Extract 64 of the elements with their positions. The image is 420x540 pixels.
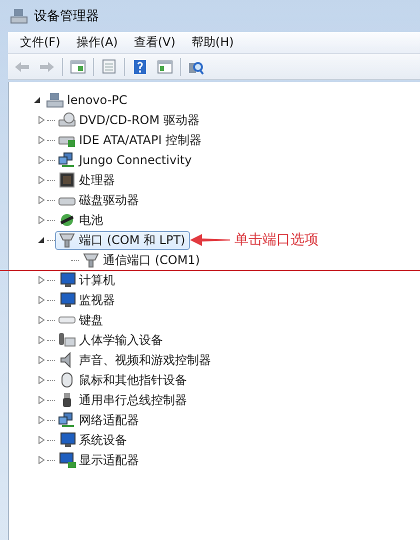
processor-icon [58,172,76,188]
expand-arrow-icon[interactable] [38,456,44,464]
network-icon [58,152,76,168]
tree-item[interactable]: 端口 (COM 和 LPT) [55,230,190,250]
tree-item[interactable]: 声音、视频和游戏控制器 [55,350,216,370]
expand-arrow-icon[interactable] [38,356,44,364]
properties-icon [102,59,116,74]
menu-item[interactable]: 操作(A) [70,32,124,53]
help-icon [133,58,147,74]
collapse-arrow-icon[interactable] [38,236,44,244]
menu-item[interactable]: 查看(V) [128,32,182,53]
expand-arrow-icon[interactable] [38,316,44,324]
tree-item[interactable]: 鼠标和其他指针设备 [55,370,192,390]
tree-item[interactable]: 通信端口 (COM1) [79,250,205,270]
back-arrow-icon [14,60,30,72]
battery-icon [58,212,76,228]
tree-item[interactable]: 电池 [55,210,108,230]
expand-arrow-icon[interactable] [38,276,44,284]
expand-arrow-icon[interactable] [38,176,44,184]
expand-arrow-icon[interactable] [38,436,44,444]
tree-item[interactable]: 磁盘驱动器 [55,190,144,210]
computer-icon [46,92,64,108]
display-adapter-icon [58,452,76,468]
network-icon [58,412,76,428]
tree-item[interactable]: 计算机 [55,270,120,290]
tree-item[interactable]: IDE ATA/ATAPI 控制器 [55,130,207,150]
menu-item[interactable]: 文件(F) [14,32,66,53]
computer-icon [10,8,28,24]
panel-layout-icon [157,60,173,74]
menu-item[interactable]: 帮助(H) [185,32,240,53]
window-title: 设备管理器 [34,8,99,25]
collapse-arrow-icon[interactable] [34,96,40,104]
forward-arrow-icon [39,60,55,72]
expand-arrow-icon[interactable] [38,376,44,384]
annotation-text: 单击端口选项 [234,231,318,249]
input-device-icon [58,332,76,348]
monitor-icon [58,432,76,448]
port-connector-icon [82,252,100,268]
expand-arrow-icon[interactable] [38,136,44,144]
tree-item[interactable]: 显示适配器 [55,450,144,470]
window-pane-icon [70,60,86,74]
tree-item[interactable]: 键盘 [55,310,108,330]
expand-arrow-icon[interactable] [38,116,44,124]
tree-item[interactable]: DVD/CD-ROM 驱动器 [55,110,204,130]
expand-arrow-icon[interactable] [38,296,44,304]
tree-root-item[interactable]: lenovo-PC [43,90,132,110]
tree-item[interactable]: 监视器 [55,290,120,310]
expand-arrow-icon[interactable] [38,416,44,424]
disc-drive-icon [58,112,76,128]
port-connector-icon [58,232,76,248]
tree-item[interactable]: 处理器 [55,170,120,190]
tree-item[interactable]: 系统设备 [55,430,132,450]
monitor-icon [58,292,76,308]
tree-item[interactable]: 通用串行总线控制器 [55,390,192,410]
annotation-arrow [190,234,230,246]
expand-arrow-icon[interactable] [38,336,44,344]
tree-item[interactable]: 网络适配器 [55,410,144,430]
expand-arrow-icon[interactable] [38,196,44,204]
expand-arrow-icon[interactable] [38,216,44,224]
tree-item[interactable]: Jungo Connectivity [55,150,197,170]
expand-arrow-icon[interactable] [38,156,44,164]
tree-item[interactable]: 人体学输入设备 [55,330,168,350]
monitor-icon [58,272,76,288]
expand-arrow-icon[interactable] [38,396,44,404]
